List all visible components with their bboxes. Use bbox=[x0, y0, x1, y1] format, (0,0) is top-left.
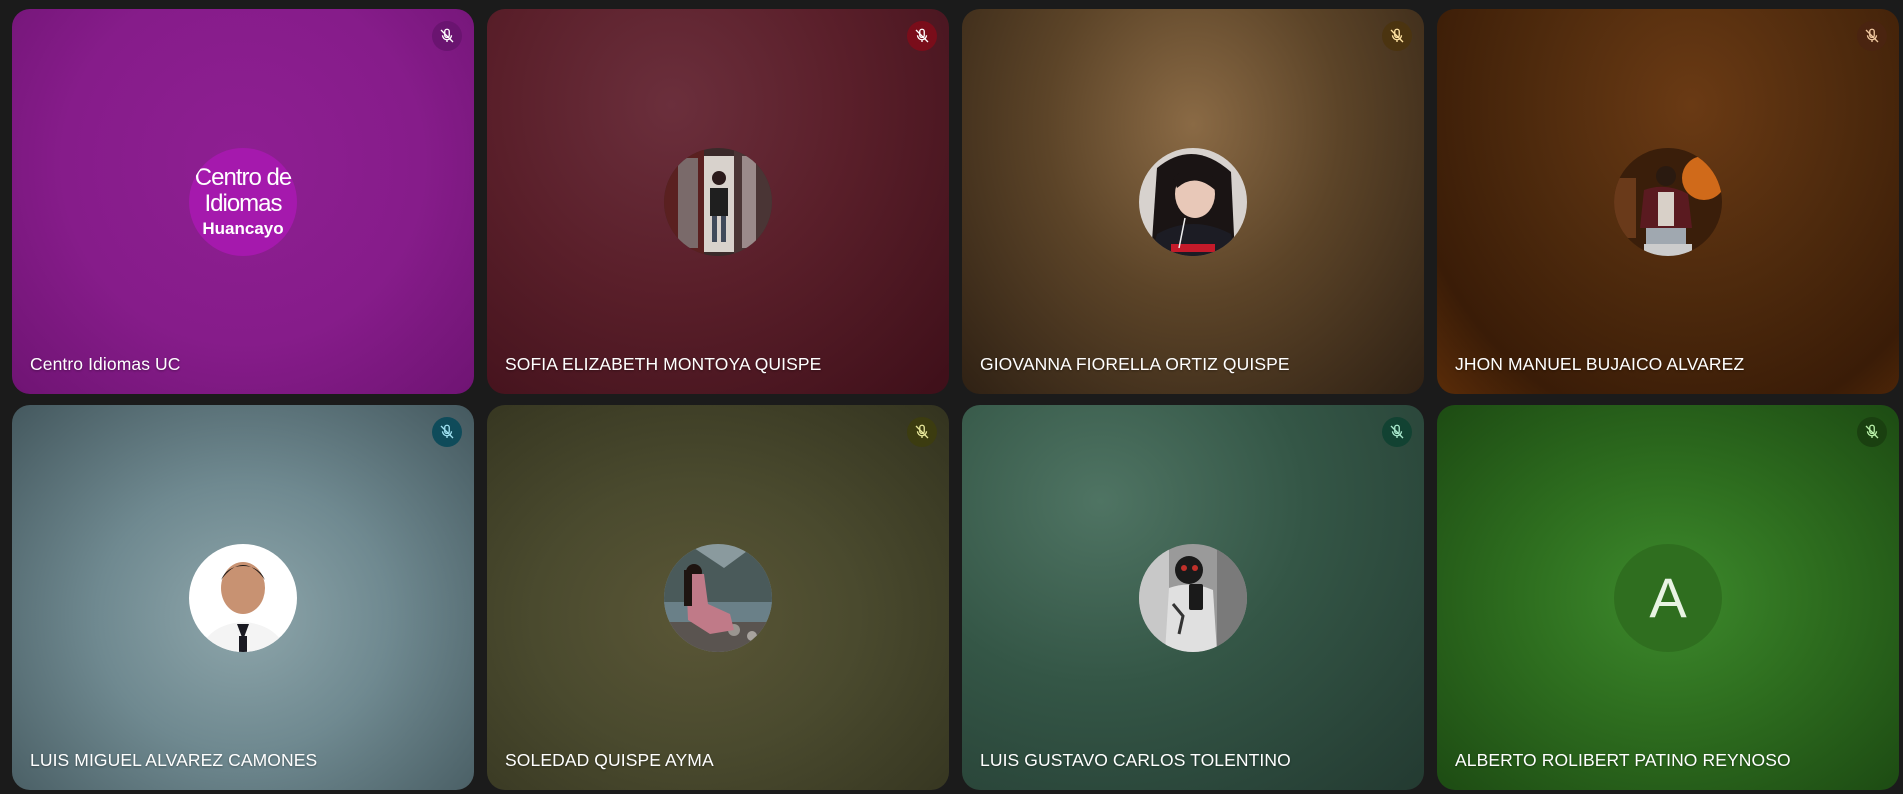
mic-off-icon bbox=[440, 424, 454, 439]
avatar: A bbox=[1614, 543, 1722, 652]
mic-off-button[interactable] bbox=[1382, 417, 1412, 447]
mic-off-button[interactable] bbox=[1857, 417, 1887, 447]
logo-line-1: Centro de bbox=[194, 164, 292, 191]
mic-off-icon bbox=[915, 424, 929, 439]
avatar: Centro de Idiomas Huancayo bbox=[189, 147, 297, 256]
mic-off-icon bbox=[915, 28, 929, 43]
participant-name: Centro Idiomas UC bbox=[30, 354, 181, 374]
participant-grid: Centro de Idiomas Huancayo Centro Idioma… bbox=[12, 9, 1899, 790]
mic-off-icon bbox=[1390, 424, 1404, 439]
participant-name: ALBERTO ROLIBERT PATINO REYNOSO bbox=[1455, 750, 1791, 770]
participant-name: GIOVANNA FIORELLA ORTIZ QUISPE bbox=[980, 354, 1290, 374]
participant-tile[interactable]: GIOVANNA FIORELLA ORTIZ QUISPE bbox=[962, 9, 1424, 394]
avatar bbox=[1139, 543, 1247, 652]
mic-off-button[interactable] bbox=[907, 417, 937, 447]
profile-photo bbox=[664, 543, 772, 652]
avatar bbox=[664, 147, 772, 256]
profile-photo bbox=[1614, 147, 1722, 256]
participant-tile[interactable]: LUIS MIGUEL ALVAREZ CAMONES bbox=[12, 405, 474, 790]
avatar bbox=[1139, 147, 1247, 256]
participant-name: JHON MANUEL BUJAICO ALVAREZ bbox=[1455, 354, 1745, 374]
mic-off-icon bbox=[440, 28, 454, 43]
mic-off-icon bbox=[1865, 28, 1879, 43]
participant-tile[interactable]: LUIS GUSTAVO CARLOS TOLENTINO bbox=[962, 405, 1424, 790]
participant-tile[interactable]: Centro de Idiomas Huancayo Centro Idioma… bbox=[12, 9, 474, 394]
centro-idiomas-logo: Centro de Idiomas Huancayo bbox=[189, 148, 297, 256]
profile-photo bbox=[189, 543, 297, 652]
profile-photo bbox=[664, 147, 772, 256]
participant-name: SOLEDAD QUISPE AYMA bbox=[505, 750, 714, 770]
mic-off-button[interactable] bbox=[432, 417, 462, 447]
participant-tile[interactable]: JHON MANUEL BUJAICO ALVAREZ bbox=[1437, 9, 1899, 394]
participant-name: LUIS GUSTAVO CARLOS TOLENTINO bbox=[980, 750, 1291, 770]
profile-photo bbox=[1139, 543, 1247, 652]
mic-off-button[interactable] bbox=[907, 21, 937, 51]
participant-tile[interactable]: SOLEDAD QUISPE AYMA bbox=[487, 405, 949, 790]
mic-off-button[interactable] bbox=[1857, 21, 1887, 51]
profile-photo bbox=[1139, 147, 1247, 256]
avatar-initial: A bbox=[1649, 566, 1687, 629]
avatar bbox=[189, 543, 297, 652]
participant-name: LUIS MIGUEL ALVAREZ CAMONES bbox=[30, 750, 318, 770]
logo-line-3: Huancayo bbox=[202, 219, 284, 238]
mic-off-button[interactable] bbox=[432, 21, 462, 51]
mic-off-icon bbox=[1865, 424, 1879, 439]
avatar bbox=[1614, 147, 1722, 256]
participant-name: SOFIA ELIZABETH MONTOYA QUISPE bbox=[505, 354, 822, 374]
avatar bbox=[664, 543, 772, 652]
logo-line-2: Idiomas bbox=[204, 190, 282, 217]
participant-tile[interactable]: SOFIA ELIZABETH MONTOYA QUISPE bbox=[487, 9, 949, 394]
mic-off-button[interactable] bbox=[1382, 21, 1412, 51]
mic-off-icon bbox=[1390, 28, 1404, 43]
participant-tile[interactable]: A ALBERTO ROLIBERT PATINO REYNOSO bbox=[1437, 405, 1899, 790]
